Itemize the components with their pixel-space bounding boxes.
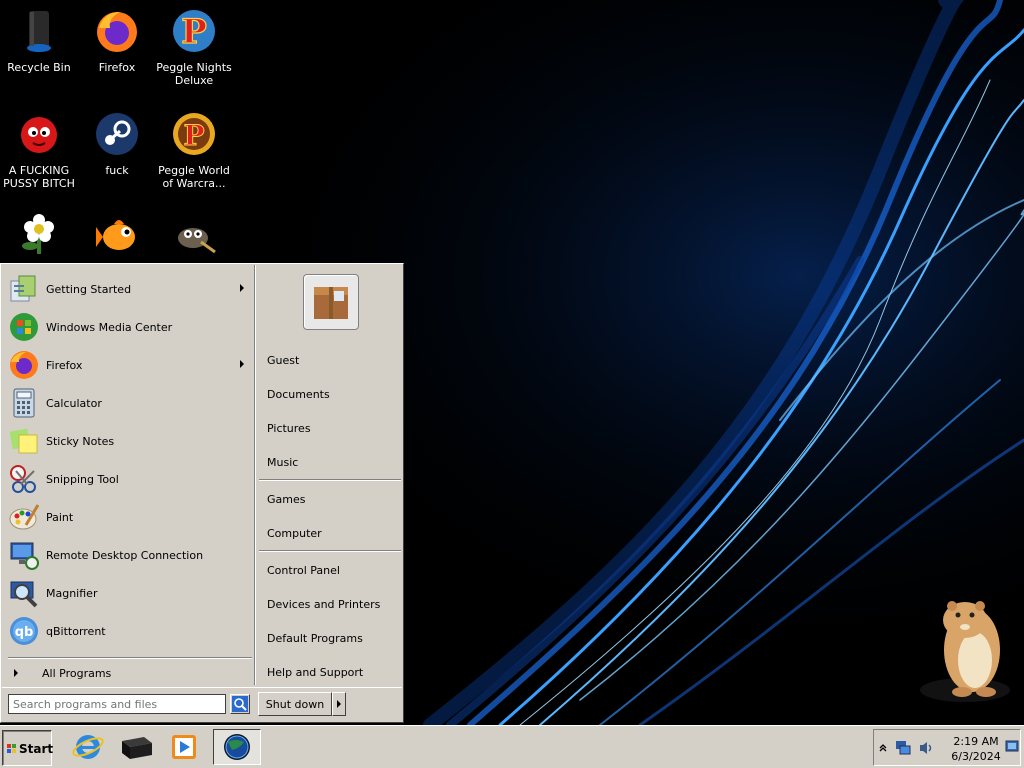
remote-desktop-icon bbox=[10, 542, 39, 570]
program-firefox[interactable]: Firefox bbox=[8, 347, 250, 383]
svg-text:qb: qb bbox=[15, 625, 34, 640]
program-qbittorrent[interactable]: qb qBittorrent bbox=[8, 613, 250, 649]
peggle-world-icon: P bbox=[173, 113, 215, 155]
places-control-panel[interactable]: Control Panel bbox=[267, 559, 397, 581]
sticky-notes-icon bbox=[9, 428, 38, 454]
search-icon bbox=[232, 696, 248, 712]
user-picture-icon bbox=[314, 287, 348, 319]
places-devices-and-printers[interactable]: Devices and Printers bbox=[267, 593, 397, 615]
program-remote-desktop[interactable]: Remote Desktop Connection bbox=[8, 537, 250, 573]
start-button[interactable]: Start bbox=[2, 730, 53, 766]
taskbar-black-box-app[interactable] bbox=[114, 729, 158, 765]
all-programs-button[interactable]: All Programs bbox=[10, 663, 250, 683]
places-documents[interactable]: Documents bbox=[267, 383, 397, 405]
program-windows-media-center[interactable]: Windows Media Center bbox=[8, 309, 250, 345]
show-desktop-icon[interactable] bbox=[1005, 739, 1019, 755]
program-magnifier[interactable]: Magnifier bbox=[8, 575, 250, 611]
clock-date[interactable]: 6/3/2024 bbox=[944, 750, 1008, 763]
taskbar-internet-explorer[interactable] bbox=[66, 729, 110, 765]
places-pictures[interactable]: Pictures bbox=[267, 417, 397, 439]
search-programs-input[interactable] bbox=[8, 694, 226, 714]
taskbar-media-player[interactable] bbox=[162, 729, 206, 765]
start-menu-places-pane: Guest Documents Pictures Music Games Com… bbox=[257, 265, 403, 685]
system-tray: 2:19 AM 6/3/2024 bbox=[873, 729, 1021, 766]
firefox-icon bbox=[97, 12, 137, 52]
desktop-icon-peggle-nights[interactable]: P Peggle Nights Deluxe bbox=[155, 8, 233, 87]
magnifier-icon bbox=[10, 581, 38, 608]
windows-flag-icon bbox=[7, 744, 16, 753]
desktop-icon-recycle-bin[interactable]: Recycle Bin bbox=[0, 8, 78, 74]
shutdown-button[interactable]: Shut down bbox=[258, 692, 332, 716]
places-separator bbox=[259, 479, 401, 481]
shutdown-options-button[interactable] bbox=[332, 692, 346, 716]
places-help-and-support[interactable]: Help and Support bbox=[267, 661, 397, 683]
desktop-icon-flower[interactable] bbox=[0, 212, 78, 265]
desktop-icon-red-creature[interactable]: A FUCKING PUSSY BITCH bbox=[0, 111, 78, 190]
start-menu-pane-divider bbox=[254, 265, 256, 685]
peggle-nights-icon: P bbox=[173, 10, 215, 53]
steam-icon bbox=[96, 113, 138, 155]
goldfish-icon bbox=[96, 220, 135, 250]
search-button[interactable] bbox=[230, 694, 250, 714]
places-games[interactable]: Games bbox=[267, 488, 397, 510]
calculator-icon bbox=[13, 388, 35, 418]
firefox-icon bbox=[10, 351, 38, 379]
internet-explorer-icon bbox=[72, 735, 104, 759]
start-menu-programs-pane: Getting Started Windows Media Center Fir… bbox=[2, 265, 254, 685]
desktop-icon-goldfish[interactable] bbox=[78, 212, 156, 265]
svg-text:P: P bbox=[183, 119, 204, 152]
svg-text:P: P bbox=[181, 12, 207, 52]
clock-time[interactable]: 2:19 AM bbox=[944, 735, 1008, 748]
places-guest[interactable]: Guest bbox=[267, 349, 397, 371]
taskbar-globe-app-active[interactable] bbox=[213, 729, 261, 765]
flower-plant-icon bbox=[22, 214, 54, 254]
media-center-icon bbox=[10, 313, 38, 341]
paint-icon bbox=[9, 504, 40, 530]
desktop-icon-gimp[interactable] bbox=[155, 212, 233, 265]
desktop-icon-peggle-world[interactable]: P Peggle World of Warcra... bbox=[155, 111, 233, 190]
volume-icon[interactable] bbox=[918, 739, 936, 757]
recycle-bin-icon bbox=[27, 11, 51, 52]
program-getting-started[interactable]: Getting Started bbox=[8, 271, 250, 307]
places-computer[interactable]: Computer bbox=[267, 522, 397, 544]
black-box-icon bbox=[122, 737, 152, 759]
program-calculator[interactable]: Calculator bbox=[8, 385, 250, 421]
show-hidden-icons-chevron-icon[interactable] bbox=[878, 742, 888, 752]
places-separator bbox=[259, 550, 401, 552]
desktop-icon-firefox[interactable]: Firefox bbox=[78, 8, 156, 74]
media-player-icon bbox=[172, 735, 196, 759]
program-snipping-tool[interactable]: Snipping Tool bbox=[8, 461, 250, 497]
start-menu: Getting Started Windows Media Center Fir… bbox=[0, 263, 404, 723]
user-account-picture[interactable] bbox=[303, 274, 359, 330]
snipping-tool-icon bbox=[10, 465, 36, 493]
gimp-icon bbox=[178, 228, 216, 254]
places-music[interactable]: Music bbox=[267, 451, 397, 473]
all-programs-arrow-icon bbox=[14, 669, 18, 677]
network-icon[interactable] bbox=[894, 739, 912, 757]
submenu-arrow-icon bbox=[240, 360, 244, 368]
getting-started-icon bbox=[10, 275, 36, 302]
start-menu-bottom-bar: Shut down bbox=[2, 687, 402, 722]
qbittorrent-icon: qb bbox=[10, 617, 38, 645]
submenu-arrow-icon bbox=[240, 284, 244, 292]
programs-separator bbox=[8, 657, 252, 659]
desktop-icon-steam[interactable]: fuck bbox=[78, 111, 156, 177]
taskbar: Start 2:19 AM 6/3/2024 bbox=[0, 725, 1024, 768]
globe-app-icon bbox=[224, 734, 250, 760]
places-default-programs[interactable]: Default Programs bbox=[267, 627, 397, 649]
chevron-right-icon bbox=[337, 700, 341, 708]
program-sticky-notes[interactable]: Sticky Notes bbox=[8, 423, 250, 459]
program-paint[interactable]: Paint bbox=[8, 499, 250, 535]
red-fuzzy-creature-icon bbox=[21, 117, 57, 153]
